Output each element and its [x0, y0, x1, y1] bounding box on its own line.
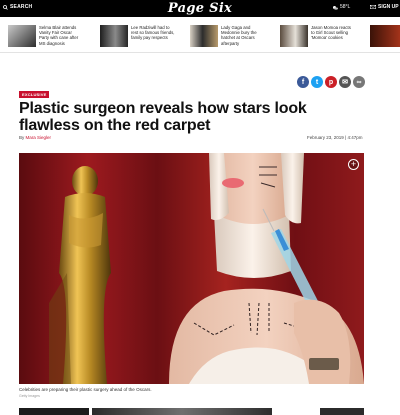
- image-caption: Celebrities are preparing their plastic …: [19, 387, 152, 392]
- trending-thumbnail: [8, 25, 36, 47]
- trending-text: Lady Gaga and Medonnie bury the hatchet …: [221, 25, 257, 46]
- trending-thumbnail: [370, 25, 400, 47]
- trending-text: Selma Blair attends Vanity Fair Oscar Pa…: [39, 25, 79, 46]
- next-thumbnail[interactable]: [320, 408, 364, 415]
- weather-widget[interactable]: 58°L: [332, 4, 350, 10]
- byline: By Mara Siegler: [19, 135, 51, 140]
- byline-prefix: By: [19, 135, 25, 140]
- trending-thumbnail: [280, 25, 308, 47]
- trending-text: Lee Radziwill had to rest so famous frie…: [131, 25, 175, 41]
- next-content-strip: [0, 405, 400, 415]
- image-credit: Getty Images: [19, 394, 40, 398]
- publish-date: February 23, 2019 | 4:47pm: [307, 135, 363, 140]
- trending-item[interactable]: Lee Radziwill had to rest so famous frie…: [100, 25, 175, 51]
- share-bar: f t p ✉ ∞: [297, 76, 365, 88]
- expand-icon[interactable]: +: [348, 159, 359, 170]
- hero-image[interactable]: +: [19, 153, 364, 384]
- signup-button[interactable]: SIGN UP: [370, 4, 399, 10]
- mail-icon: [370, 5, 376, 9]
- trending-item[interactable]: [370, 25, 400, 51]
- weather-icon: [333, 5, 338, 10]
- pinterest-icon[interactable]: p: [325, 76, 337, 88]
- hero-illustration: [19, 153, 364, 384]
- facebook-icon[interactable]: f: [297, 76, 309, 88]
- trending-strip: Selma Blair attends Vanity Fair Oscar Pa…: [0, 23, 400, 53]
- trending-thumbnail: [100, 25, 128, 47]
- top-bar: SEARCH Page Six 58°L SIGN UP: [0, 0, 400, 17]
- next-thumbnail[interactable]: [19, 408, 89, 415]
- trending-item[interactable]: Lady Gaga and Medonnie bury the hatchet …: [190, 25, 265, 51]
- trending-item[interactable]: Jason Momoa reacts to Girl Scout selling…: [280, 25, 355, 51]
- twitter-icon[interactable]: t: [311, 76, 323, 88]
- next-thumbnail[interactable]: [92, 408, 272, 415]
- signup-label: SIGN UP: [378, 4, 399, 10]
- exclusive-badge: EXCLUSIVE: [19, 91, 50, 98]
- author-link[interactable]: Mara Siegler: [26, 135, 52, 140]
- trending-item[interactable]: Selma Blair attends Vanity Fair Oscar Pa…: [8, 25, 83, 51]
- weather-temp: 58°L: [340, 4, 351, 10]
- trending-thumbnail: [190, 25, 218, 47]
- trending-text: Jason Momoa reacts to Girl Scout selling…: [311, 25, 351, 41]
- link-icon[interactable]: ∞: [353, 76, 365, 88]
- article-headline: Plastic surgeon reveals how stars look f…: [19, 100, 307, 134]
- email-icon[interactable]: ✉: [339, 76, 351, 88]
